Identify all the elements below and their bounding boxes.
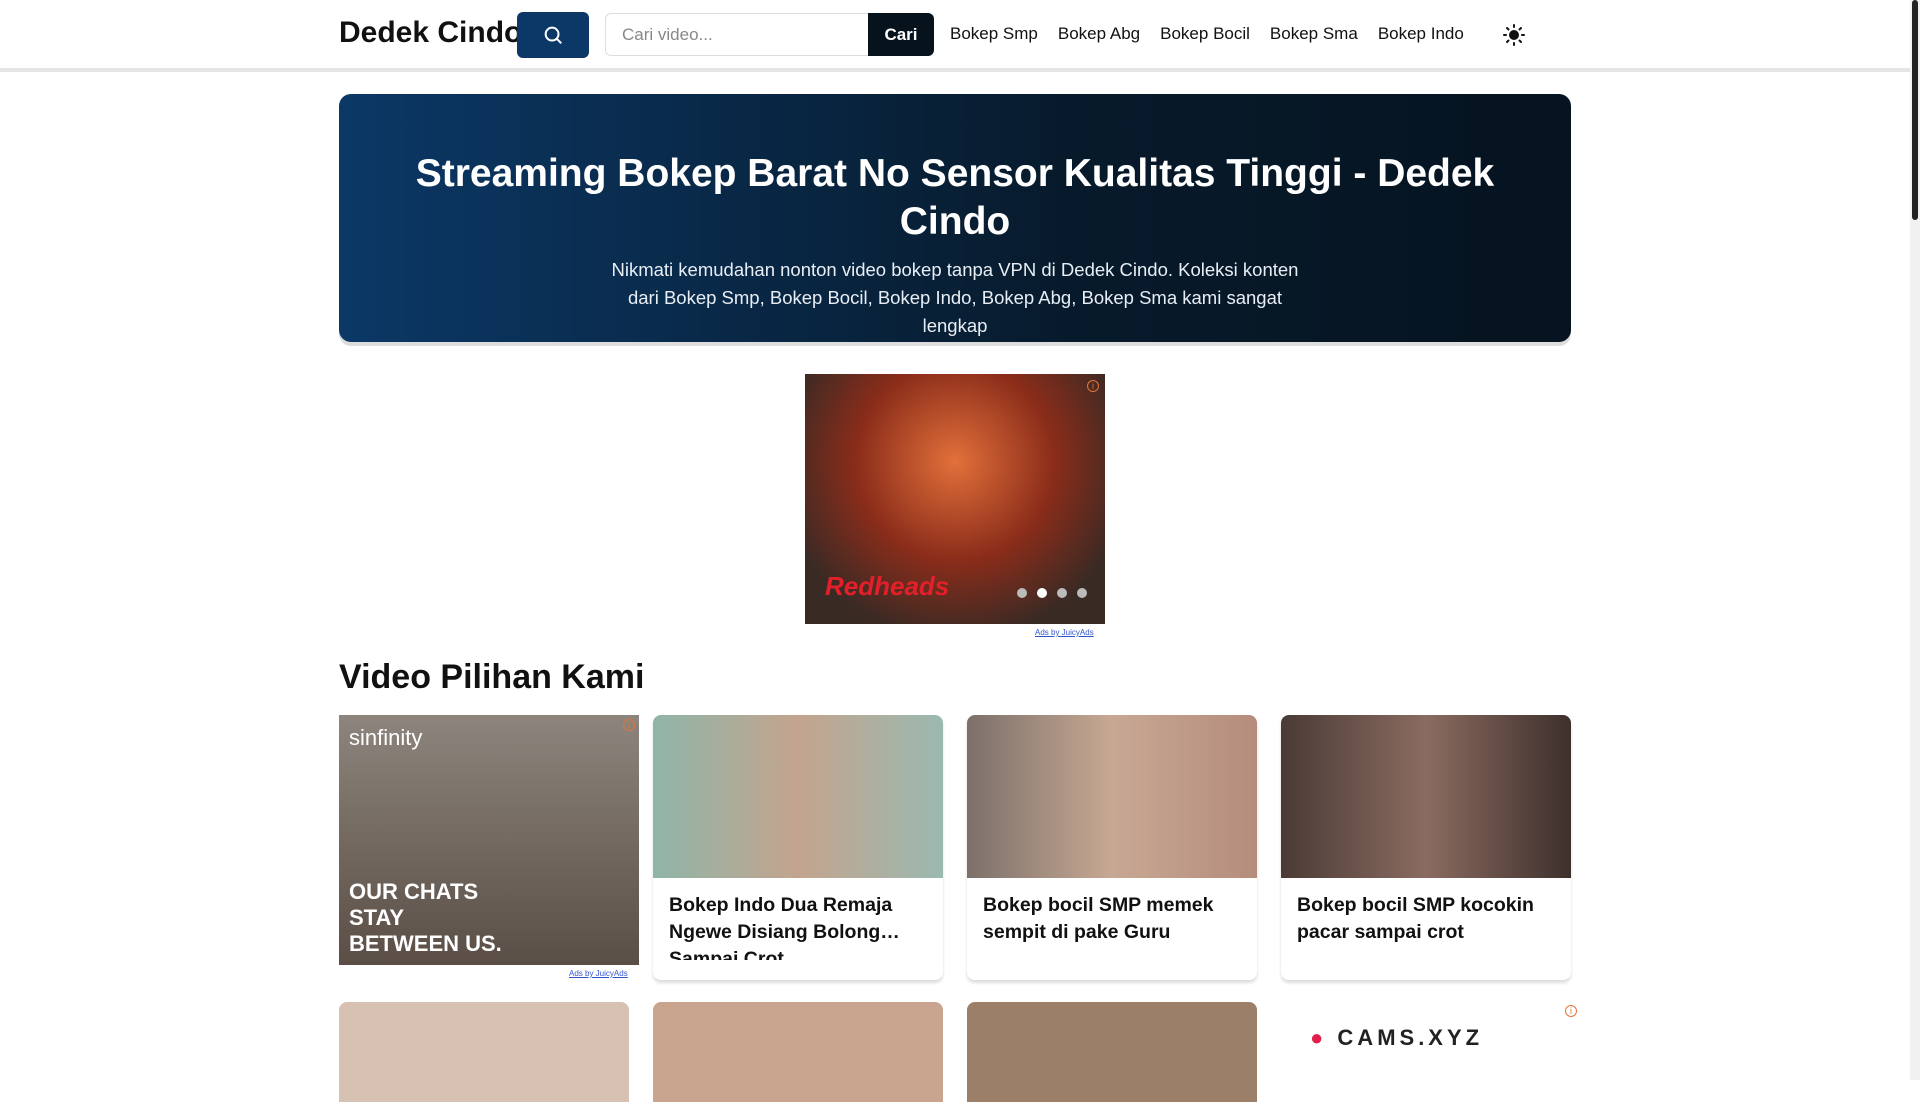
- video-card[interactable]: Bokep bocil SMP kocokin pacar sampai cro…: [1281, 715, 1571, 980]
- search-submit-button[interactable]: Cari: [868, 13, 934, 56]
- header: Dedek Cindo Cari Bokep Smp Bokep Abg Bok…: [0, 0, 1910, 72]
- video-thumbnail[interactable]: [967, 715, 1257, 878]
- theme-toggle-button[interactable]: [1477, 10, 1550, 60]
- video-title[interactable]: Bokep bocil SMP memek sempit di pake Gur…: [967, 878, 1257, 960]
- hero-title: Streaming Bokep Barat No Sensor Kualitas…: [415, 152, 1495, 243]
- search-icon: [544, 26, 562, 44]
- ad-info-icon[interactable]: i: [1565, 1005, 1577, 1017]
- nav-bokep-abg[interactable]: Bokep Abg: [1058, 24, 1140, 44]
- page-scrollbar[interactable]: [1910, 0, 1920, 1080]
- video-thumbnail[interactable]: [653, 715, 943, 878]
- nav-bokep-bocil[interactable]: Bokep Bocil: [1160, 24, 1250, 44]
- video-title[interactable]: Bokep Indo Dua Remaja Ngewe Disiang Bolo…: [653, 878, 943, 960]
- hero-subtitle: Nikmati kemudahan nonton video bokep tan…: [611, 259, 1299, 336]
- scrollbar-thumb[interactable]: [1912, 0, 1918, 220]
- video-thumbnail[interactable]: [1281, 715, 1571, 878]
- nav-bokep-sma[interactable]: Bokep Sma: [1270, 24, 1358, 44]
- cams-ad[interactable]: ● CAMS.XYZ: [1310, 1025, 1483, 1051]
- main-nav: Bokep Smp Bokep Abg Bokep Bocil Bokep Sm…: [950, 24, 1464, 44]
- video-card[interactable]: [339, 1002, 629, 1102]
- search-toggle-button[interactable]: [517, 12, 589, 58]
- ads-by-link[interactable]: Ads by JuicyAds: [569, 969, 628, 978]
- sidebar-ad[interactable]: sinfinity OUR CHATS STAY BETWEEN US. i: [339, 715, 639, 965]
- nav-bokep-smp[interactable]: Bokep Smp: [950, 24, 1038, 44]
- dot[interactable]: [1077, 588, 1087, 598]
- hero-banner: Streaming Bokep Barat No Sensor Kualitas…: [339, 94, 1571, 342]
- sun-icon: [1502, 24, 1525, 46]
- ad-brand: Redheads: [825, 571, 950, 601]
- ad-carousel-dots: [1017, 588, 1087, 598]
- nav-bokep-indo[interactable]: Bokep Indo: [1378, 24, 1464, 44]
- video-card[interactable]: [967, 1002, 1257, 1102]
- dot-active[interactable]: [1037, 588, 1047, 598]
- banner-ad[interactable]: Redheads i: [805, 374, 1105, 624]
- ad-info-icon[interactable]: i: [1087, 380, 1099, 392]
- ad-logo: sinfinity: [349, 725, 423, 750]
- ad-tagline: OUR CHATS STAY BETWEEN US.: [349, 879, 502, 956]
- ad-info-icon[interactable]: i: [623, 719, 635, 731]
- video-card[interactable]: [653, 1002, 943, 1102]
- video-card[interactable]: Bokep bocil SMP memek sempit di pake Gur…: [967, 715, 1257, 980]
- cams-ad-text: CAMS.XYZ: [1337, 1025, 1484, 1050]
- search-input[interactable]: [605, 13, 868, 56]
- ads-by-link[interactable]: Ads by JuicyAds: [1035, 628, 1094, 637]
- video-card[interactable]: Bokep Indo Dua Remaja Ngewe Disiang Bolo…: [653, 715, 943, 980]
- site-logo[interactable]: Dedek Cindo: [339, 16, 522, 50]
- dot[interactable]: [1017, 588, 1027, 598]
- section-title: Video Pilihan Kami: [339, 658, 645, 696]
- dot[interactable]: [1057, 588, 1067, 598]
- video-title[interactable]: Bokep bocil SMP kocokin pacar sampai cro…: [1281, 878, 1571, 960]
